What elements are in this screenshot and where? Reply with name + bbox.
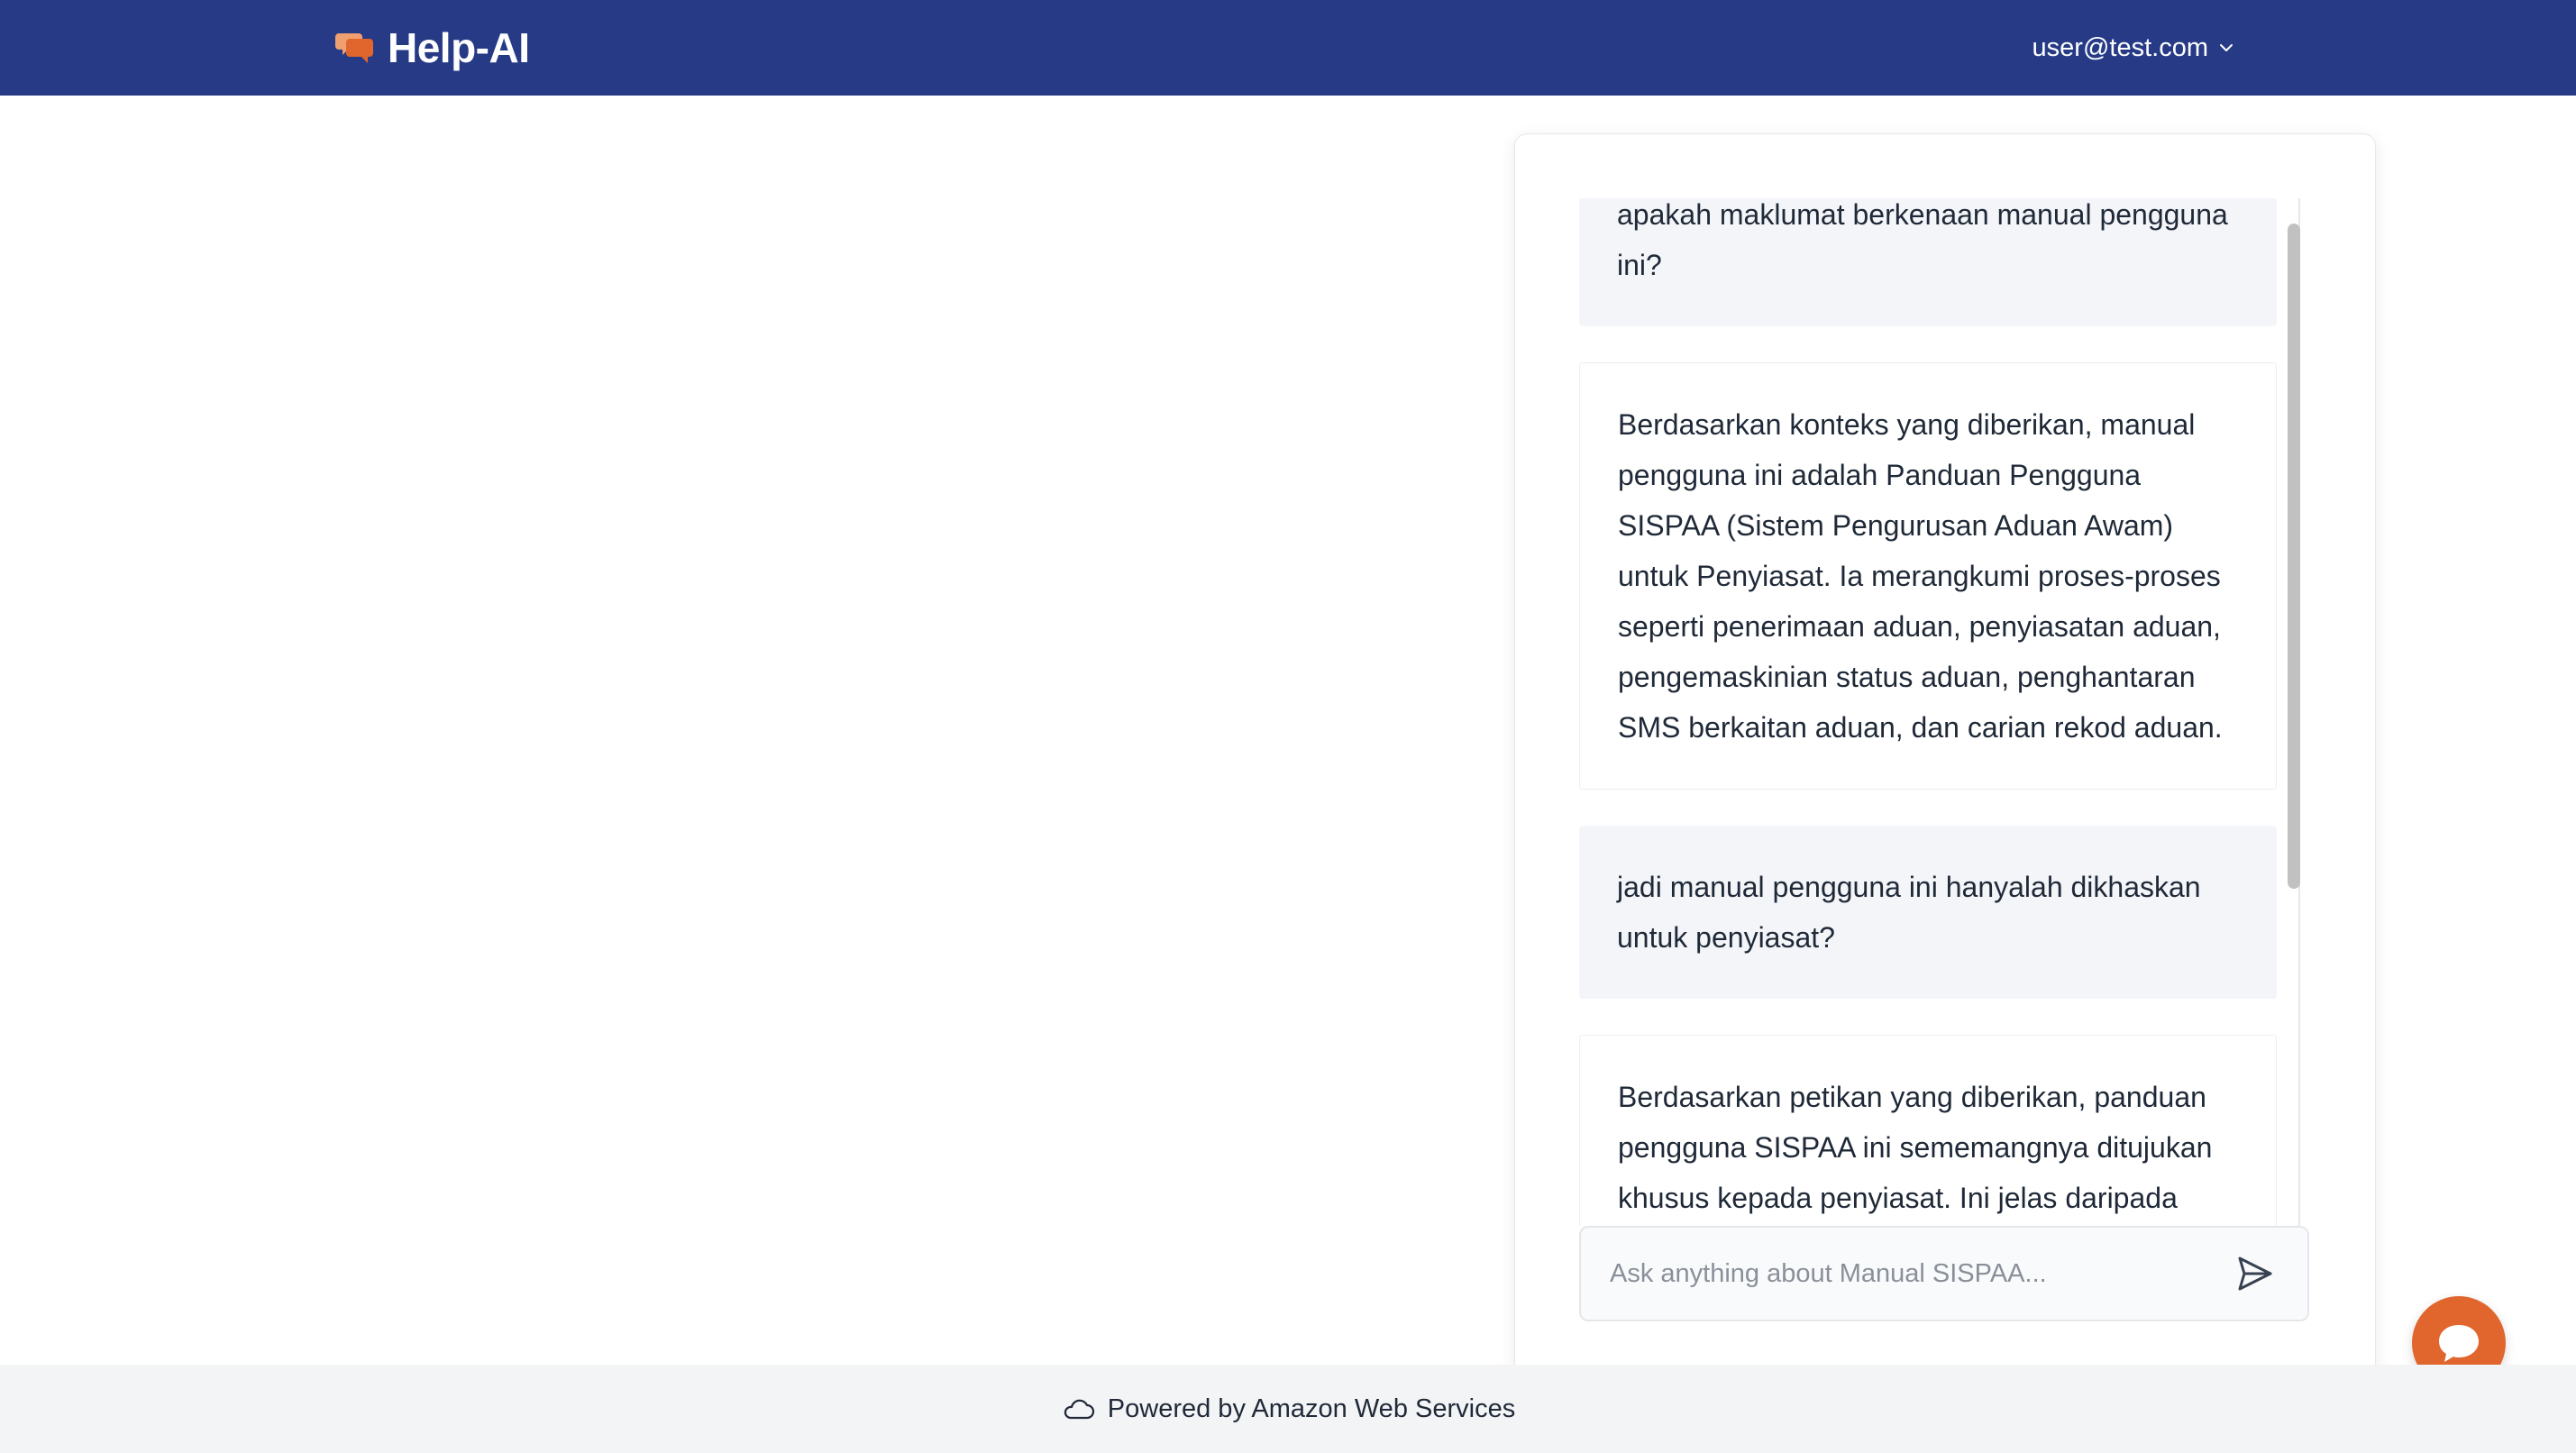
brand-name: Help-AI [388,24,530,71]
message-text: apakah maklumat berkenaan manual penggun… [1617,198,2228,281]
user-email: user@test.com [2032,32,2208,62]
page-footer: Powered by Amazon Web Services [0,1365,2576,1453]
send-button[interactable] [2232,1250,2279,1297]
message-text: Berdasarkan konteks yang diberikan, manu… [1618,408,2223,744]
user-message: apakah maklumat berkenaan manual penggun… [1579,198,2277,326]
chat-input-container [1579,1226,2309,1321]
assistant-message: Berdasarkan konteks yang diberikan, manu… [1579,362,2277,790]
message-text: jadi manual pengguna ini hanyalah dikhas… [1617,871,2201,954]
chat-bubbles-icon [335,33,373,63]
footer-text: Powered by Amazon Web Services [1107,1394,1516,1423]
send-icon [2238,1257,2272,1291]
message-list: apakah maklumat berkenaan manual penggun… [1579,198,2277,1226]
user-message: jadi manual pengguna ini hanyalah dikhas… [1579,826,2277,999]
message-text: Berdasarkan petikan yang diberikan, pand… [1618,1081,2213,1214]
cloud-icon [1064,1399,1094,1420]
chat-bubble-icon [2439,1325,2479,1362]
assistant-message: Berdasarkan petikan yang diberikan, pand… [1579,1035,2277,1226]
user-menu-dropdown[interactable]: user@test.com [2032,29,2235,67]
chat-scrollbar-thumb[interactable] [2288,224,2300,889]
chevron-down-icon [2220,44,2233,51]
top-navbar: Help-AI user@test.com [0,0,2576,96]
chat-messages-area[interactable]: apakah maklumat berkenaan manual penggun… [1579,198,2300,1226]
chat-input[interactable] [1610,1258,2232,1289]
brand-logo[interactable]: Help-AI [335,22,530,74]
